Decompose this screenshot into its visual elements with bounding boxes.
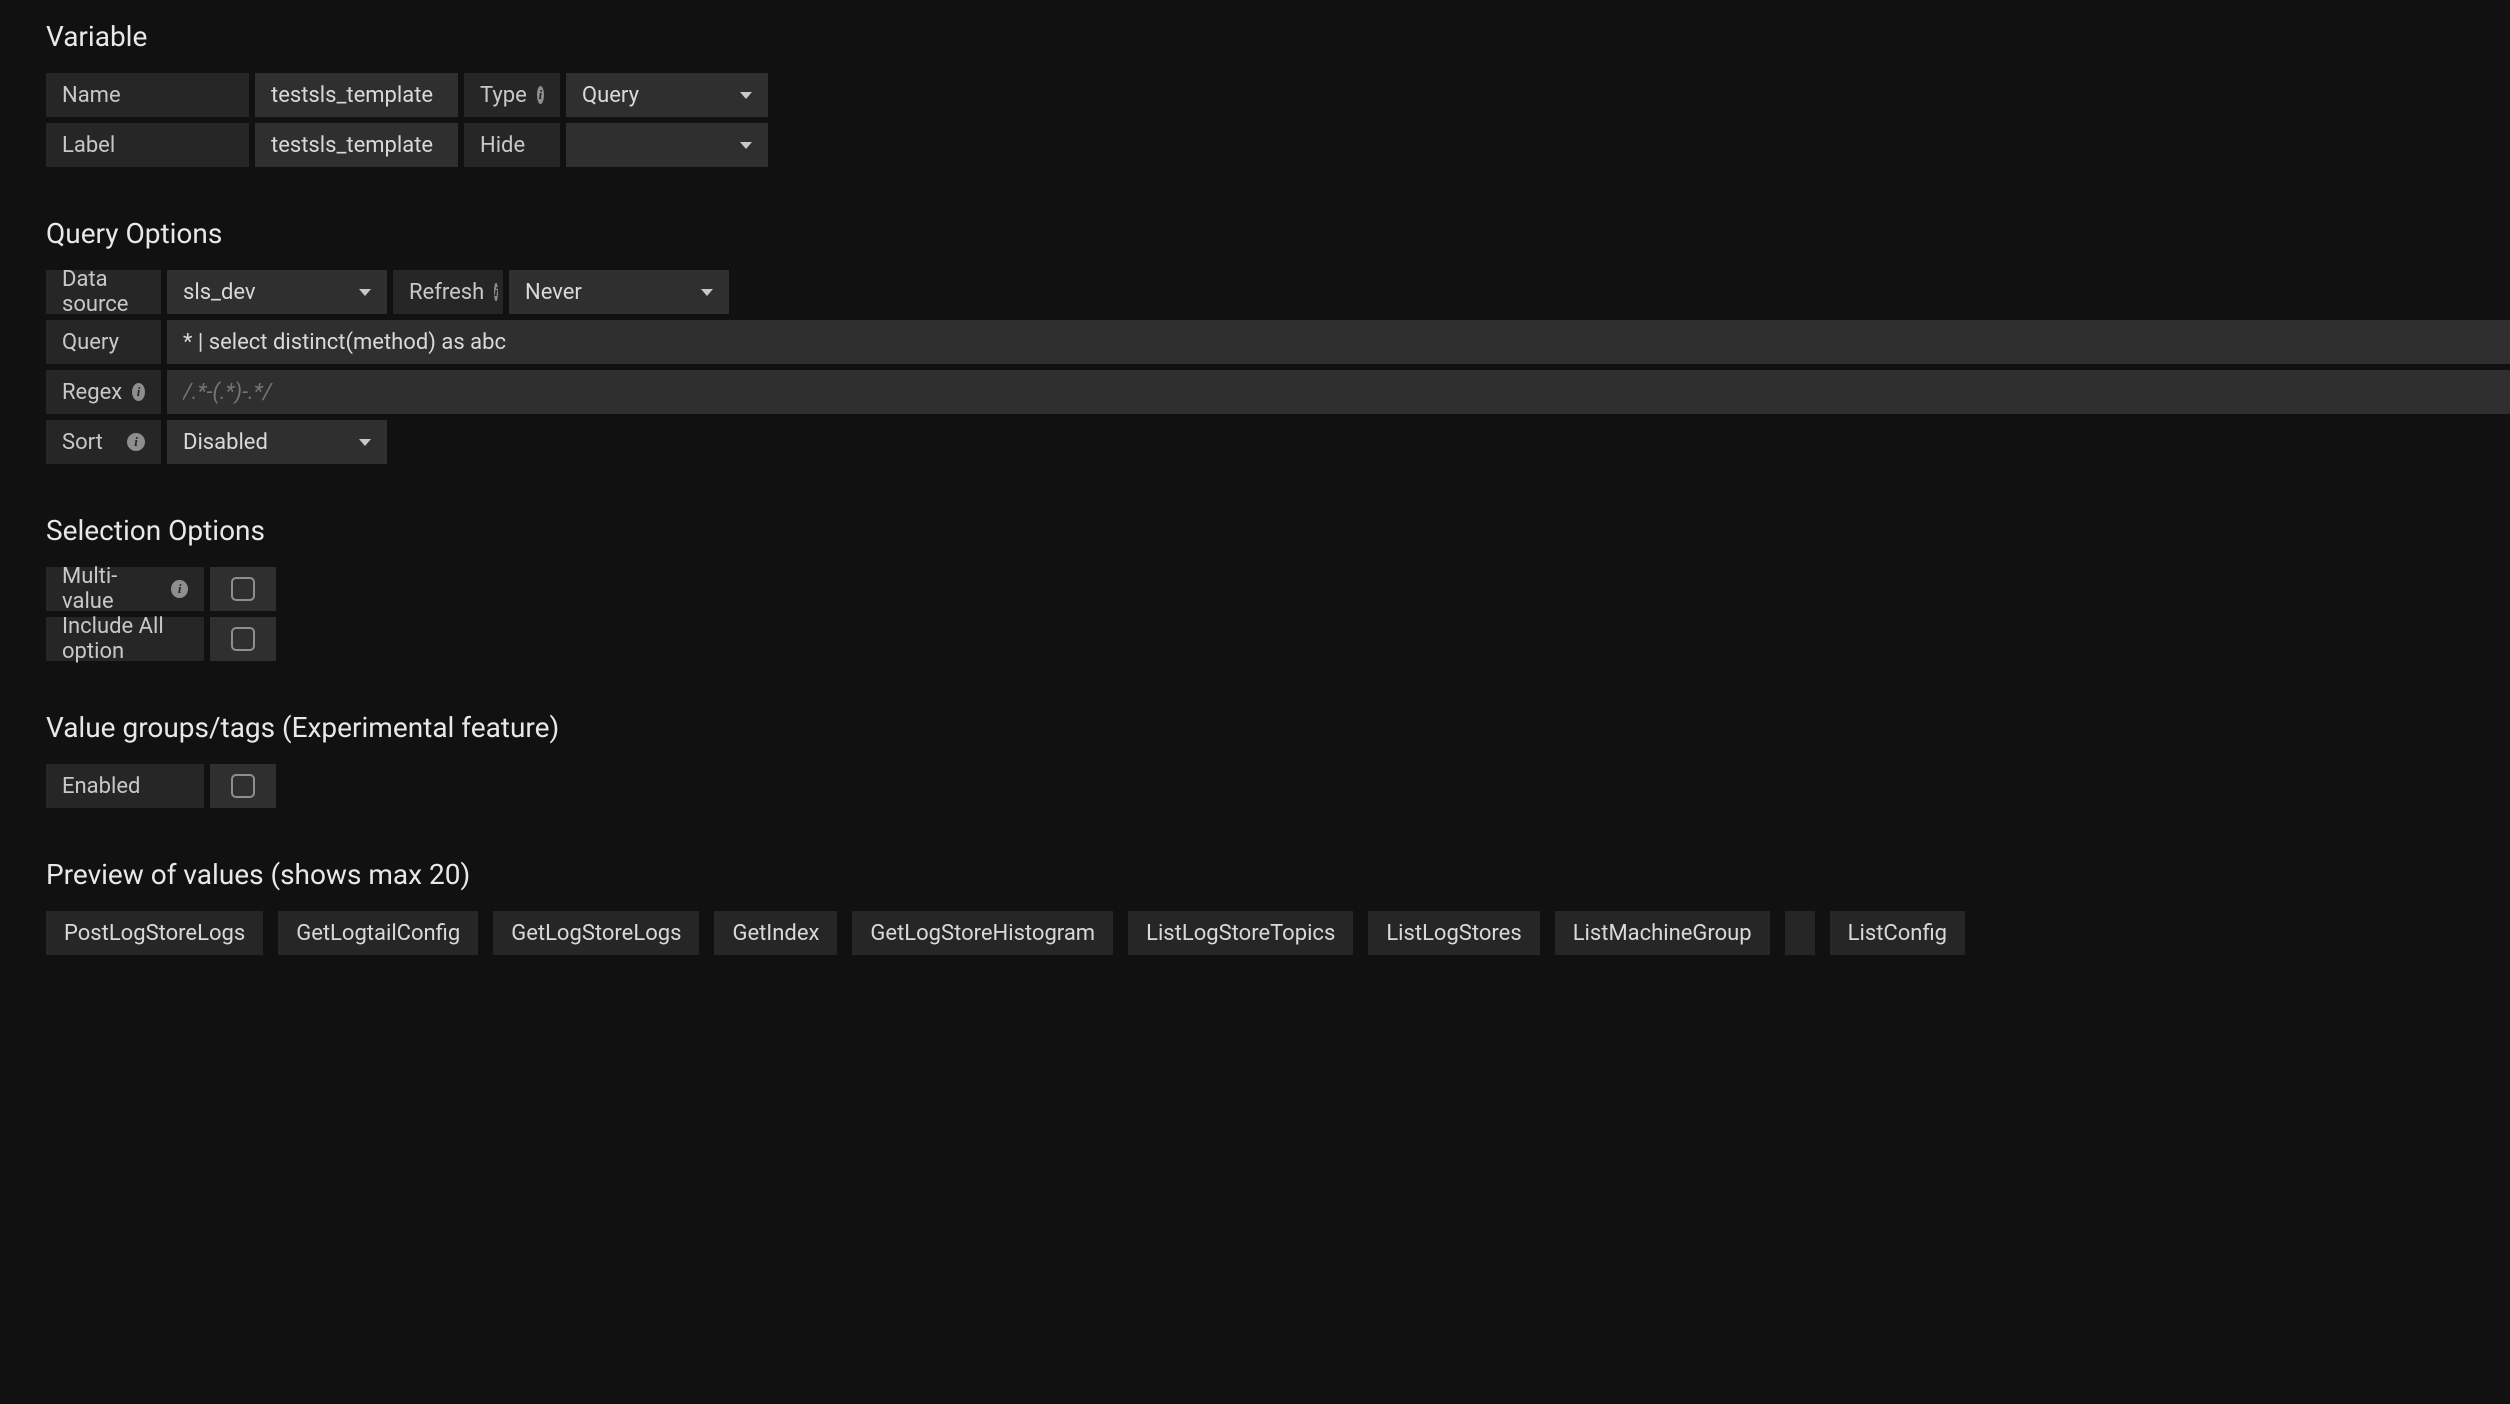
type-label: Type i	[464, 73, 560, 117]
preview-value: GetIndex	[714, 911, 837, 955]
query-options-heading: Query Options	[46, 217, 2510, 250]
value-groups-heading: Value groups/tags (Experimental feature)	[46, 711, 2510, 744]
enabled-label: Enabled	[46, 764, 204, 808]
label-label: Label	[46, 123, 249, 167]
chevron-down-icon	[740, 142, 752, 149]
selection-row-include: Include All option	[46, 617, 2510, 661]
chevron-down-icon	[701, 289, 713, 296]
refresh-label: Refresh i	[393, 270, 503, 314]
preview-value: GetLogtailConfig	[278, 911, 478, 955]
hide-label: Hide	[464, 123, 560, 167]
query-row-regex: Regex i	[46, 370, 2510, 414]
query-options-section: Query Options Data source sls_dev Refres…	[46, 217, 2510, 464]
label-input[interactable]	[255, 123, 458, 167]
value-groups-row-enabled: Enabled	[46, 764, 2510, 808]
variable-section: Variable Name Type i Query Label Hide	[46, 20, 2510, 167]
selection-options-section: Selection Options Multi-value i Include …	[46, 514, 2510, 661]
name-input[interactable]	[255, 73, 458, 117]
info-icon[interactable]: i	[127, 433, 145, 451]
name-label: Name	[46, 73, 249, 117]
selection-row-multi: Multi-value i	[46, 567, 2510, 611]
value-groups-section: Value groups/tags (Experimental feature)…	[46, 711, 2510, 808]
regex-label: Regex i	[46, 370, 161, 414]
info-icon[interactable]: i	[537, 86, 544, 104]
info-icon[interactable]: i	[494, 283, 498, 301]
preview-section: Preview of values (shows max 20) PostLog…	[46, 858, 2510, 955]
query-input[interactable]	[167, 320, 2510, 364]
type-select[interactable]: Query	[566, 73, 768, 117]
preview-values-row: PostLogStoreLogs GetLogtailConfig GetLogSt…	[46, 911, 2510, 955]
datasource-label: Data source	[46, 270, 161, 314]
chevron-down-icon	[740, 92, 752, 99]
refresh-select[interactable]: Never	[509, 270, 729, 314]
datasource-select[interactable]: sls_dev	[167, 270, 387, 314]
query-label: Query	[46, 320, 161, 364]
preview-value: PostLogStoreLogs	[46, 911, 263, 955]
preview-gap	[1785, 911, 1815, 955]
sort-label: Sort i	[46, 420, 161, 464]
multi-value-label: Multi-value i	[46, 567, 204, 611]
preview-value: ListMachineGroup	[1555, 911, 1770, 955]
multi-value-checkbox[interactable]	[231, 577, 255, 601]
multi-value-checkbox-cell	[210, 567, 276, 611]
query-row-sort: Sort i Disabled	[46, 420, 2510, 464]
preview-value: ListLogStores	[1368, 911, 1539, 955]
preview-value: GetLogStoreLogs	[493, 911, 699, 955]
enabled-checkbox[interactable]	[231, 774, 255, 798]
chevron-down-icon	[359, 439, 371, 446]
info-icon[interactable]: i	[132, 383, 145, 401]
include-all-checkbox[interactable]	[231, 627, 255, 651]
sort-select[interactable]: Disabled	[167, 420, 387, 464]
chevron-down-icon	[359, 289, 371, 296]
regex-input[interactable]	[167, 370, 2510, 414]
query-row-datasource: Data source sls_dev Refresh i Never	[46, 270, 2510, 314]
include-all-label: Include All option	[46, 617, 204, 661]
variable-row-1: Name Type i Query	[46, 73, 2510, 117]
info-icon[interactable]: i	[171, 580, 188, 598]
preview-value: ListConfig	[1830, 911, 1965, 955]
preview-heading: Preview of values (shows max 20)	[46, 858, 2510, 891]
selection-options-heading: Selection Options	[46, 514, 2510, 547]
preview-value: GetLogStoreHistogram	[852, 911, 1113, 955]
hide-select[interactable]	[566, 123, 768, 167]
variable-heading: Variable	[46, 20, 2510, 53]
query-row-query: Query	[46, 320, 2510, 364]
enabled-checkbox-cell	[210, 764, 276, 808]
variable-row-2: Label Hide	[46, 123, 2510, 167]
preview-value: ListLogStoreTopics	[1128, 911, 1353, 955]
include-all-checkbox-cell	[210, 617, 276, 661]
